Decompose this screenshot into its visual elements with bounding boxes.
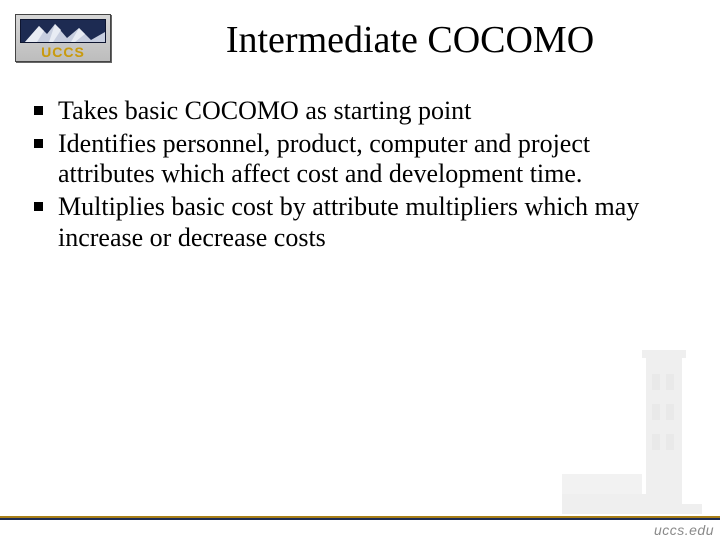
bullet-item: Identifies personnel, product, computer … [30,129,670,190]
logo-text: UCCS [16,44,110,60]
footer-divider [0,516,720,518]
bullet-text: Multiplies basic cost by attribute multi… [58,192,639,252]
bullet-text: Takes basic COCOMO as starting point [58,96,471,125]
uccs-logo: UCCS [15,14,111,62]
bullet-item: Takes basic COCOMO as starting point [30,96,670,127]
slide: UCCS Intermediate COCOMO Takes basic COC… [0,0,720,540]
slide-title: Intermediate COCOMO [130,18,690,62]
mountain-icon [20,19,106,43]
slide-body: Takes basic COCOMO as starting point Ide… [30,96,670,255]
bullet-item: Multiplies basic cost by attribute multi… [30,192,670,253]
footer-url: uccs.edu [654,522,714,538]
tower-watermark-icon [562,344,702,514]
bullet-text: Identifies personnel, product, computer … [58,129,590,189]
